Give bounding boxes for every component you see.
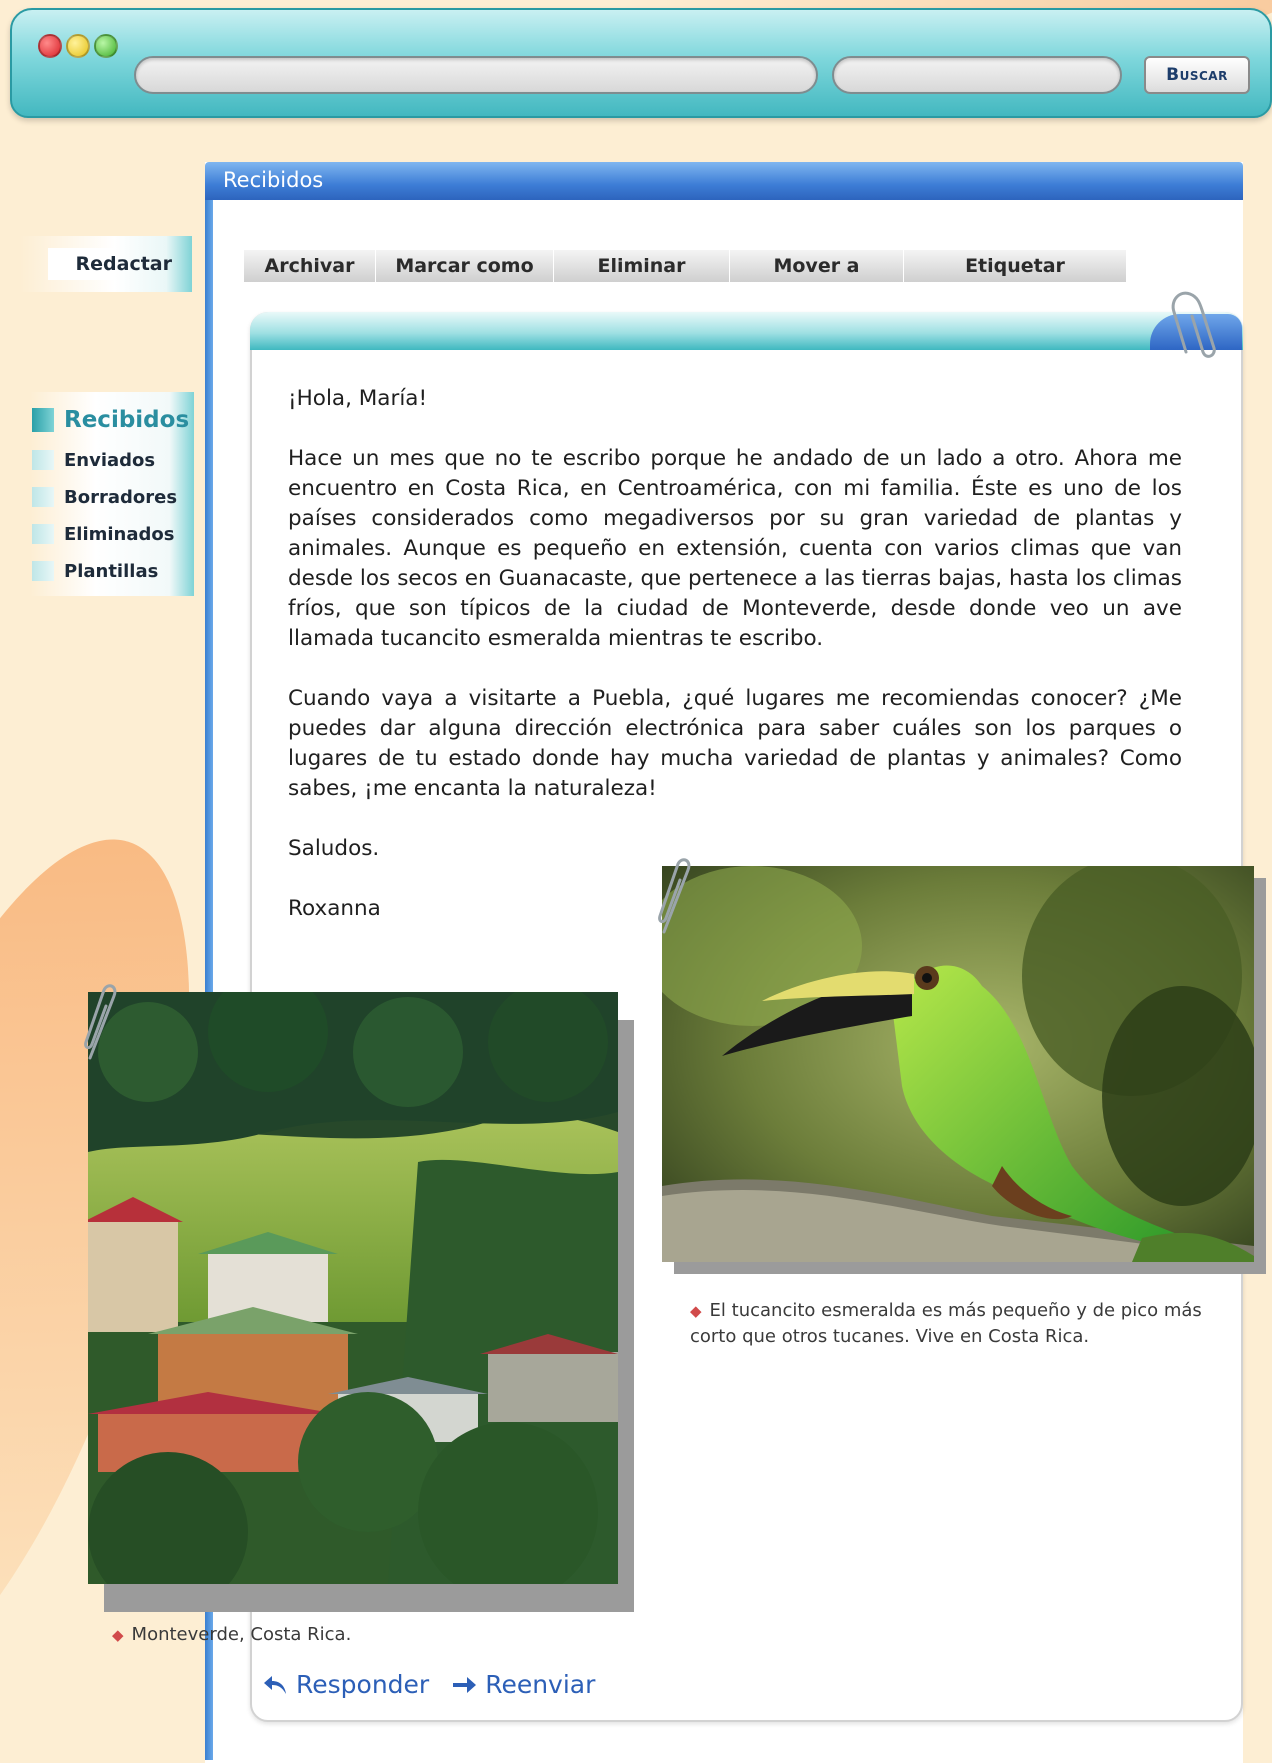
folder-item-borradores[interactable]: Borradores [30,479,194,516]
paperclip-icon [658,858,691,934]
folder-item-recibidos[interactable]: Recibidos [30,398,194,442]
toucan-photo [662,866,1254,1262]
folder-label: Recibidos [64,407,190,433]
folder-marker-icon [32,408,54,432]
folder-marker-icon [32,561,54,581]
compose-button[interactable]: Redactar [20,236,192,292]
reply-button[interactable]: Responder [262,1670,429,1699]
search-input[interactable] [832,56,1122,94]
folder-label: Enviados [64,450,156,471]
folder-label: Borradores [64,487,178,508]
folder-label: Eliminados [64,524,175,545]
diamond-bullet-icon: ◆ [112,1626,124,1644]
folder-marker-icon [32,524,54,544]
folder-list: Recibidos Enviados Borradores Eliminados… [30,392,194,596]
paperclip-icon [84,984,117,1060]
message-toolbar: Archivar Marcar como Eliminar Mover a Et… [244,250,1127,282]
browser-toolbar: Buscar [10,8,1272,118]
message-paragraph: Hace un mes que no te escribo porque he … [288,446,1182,651]
folder-item-plantillas[interactable]: Plantillas [30,553,194,590]
folder-marker-icon [32,487,54,507]
maximize-window-dot-icon[interactable] [94,34,118,58]
forward-arrow-icon [453,1676,477,1693]
forward-button[interactable]: Reenviar [451,1670,595,1699]
reply-label: Responder [296,1670,430,1699]
paperclip-icon [1171,291,1216,358]
forward-label: Reenviar [485,1670,596,1699]
panel-title: Recibidos [223,168,324,192]
mark-as-button[interactable]: Marcar como [376,250,554,282]
delete-button[interactable]: Eliminar [554,250,730,282]
minimize-window-dot-icon[interactable] [66,34,90,58]
close-window-dot-icon[interactable] [38,34,62,58]
archive-button[interactable]: Archivar [244,250,376,282]
panel-title-bar [205,162,1243,200]
search-button[interactable]: Buscar [1144,56,1250,94]
move-to-button[interactable]: Mover a [730,250,904,282]
folder-item-enviados[interactable]: Enviados [30,442,194,479]
address-bar-input[interactable] [134,56,818,94]
folder-label: Plantillas [64,561,159,582]
message-greeting: ¡Hola, María! [288,386,428,411]
label-button[interactable]: Etiquetar [904,250,1127,282]
message-header-bar [250,312,1243,350]
monteverde-caption: ◆ Monteverde, Costa Rica. [112,1624,352,1645]
message-closing: Saludos. [288,836,380,861]
reply-arrow-icon [264,1675,286,1694]
message-paragraph: Cuando vaya a visitarte a Puebla, ¿qué l… [288,686,1182,801]
folder-marker-icon [32,450,54,470]
diamond-bullet-icon: ◆ [690,1302,702,1320]
message-actions: Responder Reenviar [262,1670,595,1699]
monteverde-photo [88,992,618,1584]
folder-item-eliminados[interactable]: Eliminados [30,516,194,553]
toucan-caption: ◆ El tucancito esmeralda es más pequeño y… [690,1300,1202,1347]
